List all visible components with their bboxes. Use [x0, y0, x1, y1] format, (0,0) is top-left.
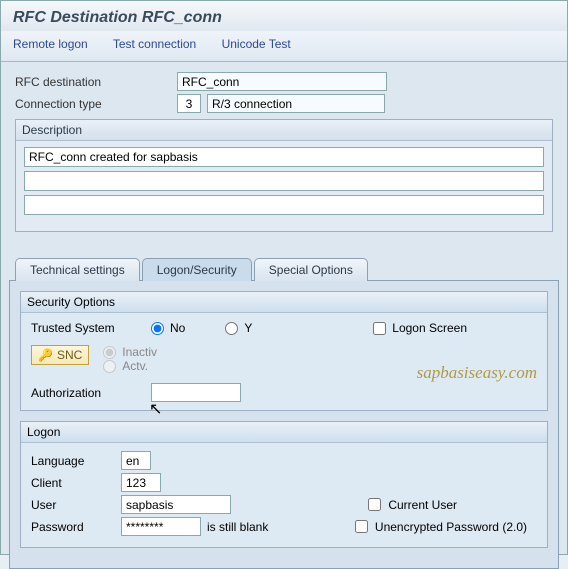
- authorization-field[interactable]: [151, 383, 241, 402]
- password-field[interactable]: [121, 517, 201, 536]
- tab-content: Security Options Trusted System No Y Log…: [9, 280, 559, 569]
- tab-technical-settings[interactable]: Technical settings: [15, 258, 140, 281]
- current-user-checkbox[interactable]: Current User: [368, 498, 457, 512]
- menubar: Remote logon Test connection Unicode Tes…: [1, 31, 567, 62]
- connection-type-text[interactable]: [207, 94, 385, 113]
- tab-logon-security[interactable]: Logon/Security: [142, 258, 252, 281]
- logon-panel: Logon Language Client User Current User: [20, 421, 548, 548]
- password-label: Password: [31, 520, 121, 534]
- description-group: Description: [15, 119, 553, 232]
- snc-actv-radio[interactable]: Actv.: [103, 359, 157, 373]
- language-label: Language: [31, 454, 121, 468]
- trusted-no-radio[interactable]: No: [151, 321, 185, 335]
- header-content: RFC destination Connection type Descript…: [1, 62, 567, 242]
- menu-remote-logon[interactable]: Remote logon: [13, 37, 88, 51]
- security-options-title: Security Options: [21, 292, 547, 313]
- menu-unicode-test[interactable]: Unicode Test: [222, 37, 291, 51]
- rfc-destination-field[interactable]: [177, 72, 387, 91]
- client-field[interactable]: [121, 473, 161, 492]
- logon-screen-checkbox[interactable]: Logon Screen: [373, 321, 467, 335]
- snc-inactiv-radio[interactable]: Inactiv: [103, 345, 157, 359]
- connection-type-code[interactable]: [177, 94, 201, 113]
- page-title: RFC Destination RFC_conn: [1, 1, 567, 31]
- rfc-destination-label: RFC destination: [15, 75, 177, 89]
- menu-test-connection[interactable]: Test connection: [113, 37, 196, 51]
- tab-special-options[interactable]: Special Options: [254, 258, 368, 281]
- client-label: Client: [31, 476, 121, 490]
- security-options-panel: Security Options Trusted System No Y Log…: [20, 291, 548, 411]
- description-line-2[interactable]: [24, 171, 544, 191]
- description-title: Description: [16, 120, 552, 141]
- unencrypted-password-checkbox[interactable]: Unencrypted Password (2.0): [355, 520, 527, 534]
- snc-button[interactable]: 🔑 SNC: [31, 345, 89, 365]
- key-icon: 🔑: [38, 348, 53, 362]
- password-hint: is still blank: [207, 520, 268, 534]
- tabstrip: Technical settings Logon/Security Specia…: [15, 258, 567, 281]
- description-line-3[interactable]: [24, 195, 544, 215]
- logon-title: Logon: [21, 422, 547, 443]
- app-window: RFC Destination RFC_conn Remote logon Te…: [0, 0, 568, 555]
- user-field[interactable]: [121, 495, 231, 514]
- language-field[interactable]: [121, 451, 151, 470]
- authorization-label: Authorization: [31, 386, 151, 400]
- trusted-system-label: Trusted System: [31, 321, 151, 335]
- user-label: User: [31, 498, 121, 512]
- connection-type-label: Connection type: [15, 97, 177, 111]
- trusted-y-radio[interactable]: Y: [225, 321, 252, 335]
- description-line-1[interactable]: [24, 147, 544, 167]
